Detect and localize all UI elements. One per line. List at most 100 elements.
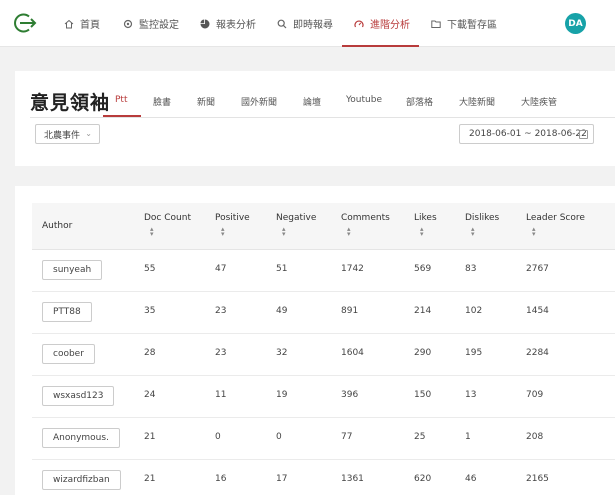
author-button[interactable]: PTT88 (42, 302, 92, 322)
author-button[interactable]: wsxasd123 (42, 386, 115, 406)
column-header-positive[interactable]: Positive ▴ ▾ (215, 213, 250, 238)
page-title: 意見領袖 (30, 92, 111, 114)
comments-cell: 1742 (341, 264, 364, 274)
column-header-label: Doc Count (144, 213, 191, 223)
tab-youtube[interactable]: Youtube (346, 95, 382, 105)
event-select[interactable]: 北農事件 ⌄ (35, 124, 100, 144)
column-header-label: Dislikes (465, 213, 500, 223)
doc-count-cell: 21 (144, 474, 156, 484)
positive-cell: 23 (215, 306, 227, 316)
nav-item-advanced-analysis[interactable]: 進階分析 (354, 0, 410, 47)
tab-facebook[interactable]: 臉書 (153, 95, 171, 108)
dislikes-cell: 83 (465, 264, 477, 274)
tab-china-news[interactable]: 大陸新聞 (459, 95, 495, 108)
dislikes-cell: 195 (465, 348, 483, 358)
likes-cell: 150 (414, 390, 432, 400)
nav-item-realtime-search[interactable]: 即時報尋 (277, 0, 333, 47)
tab-china-cdc[interactable]: 大陸疾管 (521, 95, 557, 108)
negative-cell: 17 (276, 474, 288, 484)
tab-blog[interactable]: 部落格 (406, 95, 433, 108)
column-header-dislikes[interactable]: Dislikes ▴ ▾ (465, 213, 500, 238)
tab-foreign-news[interactable]: 國外新聞 (241, 95, 277, 108)
doc-count-cell: 21 (144, 432, 156, 442)
sort-icon[interactable]: ▴ ▾ (221, 226, 250, 238)
sort-icon[interactable]: ▴ ▾ (420, 226, 437, 238)
table-row: Anonymous. 21 0 0 77 25 1 208 (32, 418, 615, 460)
table-header: Author Doc Count ▴ ▾ Positive ▴ ▾ Negative… (32, 203, 615, 250)
tab-divider (30, 117, 615, 118)
pie-chart-icon (200, 19, 210, 28)
table-row: wizardfizban 21 16 17 1361 620 46 2165 (32, 460, 615, 495)
top-navbar: 首頁 監控設定 報表分析 即時報尋 進階分析 下載暫存區 DA (0, 0, 615, 47)
negative-cell: 0 (276, 432, 282, 442)
nav-label: 即時報尋 (293, 20, 333, 31)
tab-ptt[interactable]: Ptt (115, 95, 128, 105)
column-header-doc-count[interactable]: Doc Count ▴ ▾ (144, 213, 191, 238)
dislikes-cell: 102 (465, 306, 483, 316)
folder-icon (431, 20, 441, 28)
table-row: sunyeah 55 47 51 1742 569 83 2767 (32, 250, 615, 292)
column-header-label: Positive (215, 213, 250, 223)
sort-icon[interactable]: ▴ ▾ (282, 226, 316, 238)
column-header-leader-score[interactable]: Leader Score ▴ ▾ (526, 213, 585, 238)
table-row: wsxasd123 24 11 19 396 150 13 709 (32, 376, 615, 418)
negative-cell: 19 (276, 390, 288, 400)
positive-cell: 47 (215, 264, 227, 274)
author-button[interactable]: wizardfizban (42, 470, 121, 490)
column-header-label: Comments (341, 213, 390, 223)
filter-card: 意見領袖 Ptt 臉書 新聞 國外新聞 論壇 Youtube 部落格 大陸新聞 … (15, 71, 615, 166)
comments-cell: 1361 (341, 474, 364, 484)
home-icon (64, 19, 74, 28)
likes-cell: 290 (414, 348, 432, 358)
gear-icon (123, 19, 133, 28)
nav-label: 進階分析 (370, 20, 410, 31)
nav-item-home[interactable]: 首頁 (64, 0, 100, 47)
calendar-icon (579, 130, 588, 139)
sort-icon[interactable]: ▴ ▾ (347, 226, 390, 238)
nav-item-monitor-settings[interactable]: 監控設定 (123, 0, 179, 47)
sort-icon[interactable]: ▴ ▾ (471, 226, 499, 238)
leader-score-cell: 709 (526, 390, 544, 400)
doc-count-cell: 55 (144, 264, 156, 274)
tab-news[interactable]: 新聞 (197, 95, 215, 108)
author-button[interactable]: coober (42, 344, 95, 364)
avatar[interactable]: DA (565, 13, 586, 34)
column-header-label: Likes (414, 213, 437, 223)
comments-cell: 396 (341, 390, 359, 400)
table-row: coober 28 23 32 1604 290 195 2284 (32, 334, 615, 376)
sort-icon[interactable]: ▴ ▾ (532, 226, 585, 238)
nav-item-download-area[interactable]: 下載暫存區 (431, 0, 497, 47)
logout-icon[interactable] (13, 11, 37, 35)
search-icon (277, 19, 287, 28)
nav-item-report-analysis[interactable]: 報表分析 (200, 0, 256, 47)
positive-cell: 11 (215, 390, 227, 400)
likes-cell: 620 (414, 474, 432, 484)
doc-count-cell: 28 (144, 348, 156, 358)
column-header-author[interactable]: Author (42, 221, 72, 231)
leader-score-cell: 2165 (526, 474, 549, 484)
date-range-picker[interactable]: 2018-06-01 ~ 2018-06-22 (459, 124, 594, 144)
comments-cell: 77 (341, 432, 353, 442)
likes-cell: 214 (414, 306, 432, 316)
author-button[interactable]: sunyeah (42, 260, 103, 280)
nav-label: 首頁 (80, 20, 100, 31)
negative-cell: 49 (276, 306, 288, 316)
event-select-value: 北農事件 (44, 130, 81, 141)
author-button[interactable]: Anonymous. (42, 428, 120, 448)
column-header-comments[interactable]: Comments ▴ ▾ (341, 213, 390, 238)
tab-forum[interactable]: 論壇 (303, 95, 321, 108)
dislikes-cell: 13 (465, 390, 477, 400)
negative-cell: 32 (276, 348, 288, 358)
positive-cell: 16 (215, 474, 227, 484)
column-header-label: Leader Score (526, 213, 585, 223)
column-header-likes[interactable]: Likes ▴ ▾ (414, 213, 437, 238)
table-row: PTT88 35 23 49 891 214 102 1454 (32, 292, 615, 334)
positive-cell: 0 (215, 432, 221, 442)
gauge-icon (354, 19, 364, 27)
leader-score-cell: 2284 (526, 348, 549, 358)
leader-table-card: Author Doc Count ▴ ▾ Positive ▴ ▾ Negative… (15, 186, 615, 495)
chevron-down-icon: ⌄ (85, 129, 92, 138)
sort-icon[interactable]: ▴ ▾ (150, 226, 191, 238)
column-header-negative[interactable]: Negative ▴ ▾ (276, 213, 316, 238)
dislikes-cell: 1 (465, 432, 471, 442)
